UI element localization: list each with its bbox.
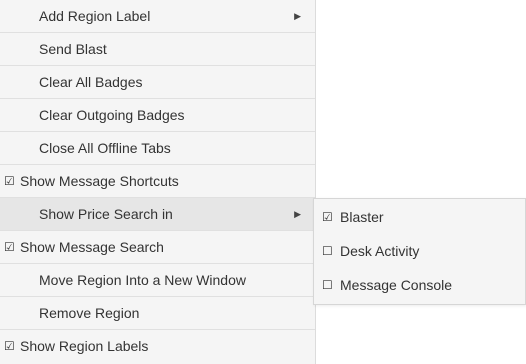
menu-item-label: Clear All Badges [39,74,143,90]
menu-item-label: Show Price Search in [39,206,173,222]
checked-checkbox-icon: ☑ [4,240,15,254]
menu-item-clear-all-badges[interactable]: Clear All Badges [0,66,315,99]
menu-item-label: Show Message Search [20,239,164,255]
menu-item-label: Show Region Labels [20,338,149,354]
menu-item-add-region-label[interactable]: Add Region Label ▶ [0,0,315,33]
checked-checkbox-icon: ☑ [4,339,15,353]
menu-item-label: Clear Outgoing Badges [39,107,185,123]
menu-item-show-region-labels[interactable]: ☑ Show Region Labels [0,330,315,363]
checked-checkbox-icon: ☑ [322,210,333,224]
checked-checkbox-icon: ☑ [4,174,15,188]
unchecked-checkbox-icon: ☐ [322,278,333,292]
menu-item-label: Add Region Label [39,8,151,24]
submenu-item-label: Desk Activity [340,243,420,259]
menu-item-show-message-search[interactable]: ☑ Show Message Search [0,231,315,264]
context-menu-stage: Add Region Label ▶ Send Blast Clear All … [0,0,526,364]
price-search-submenu: ☑ Blaster ☐ Desk Activity ☐ Message Cons… [313,198,526,305]
submenu-item-label: Blaster [340,209,384,225]
menu-item-move-region-new-window[interactable]: Move Region Into a New Window [0,264,315,297]
submenu-arrow-icon: ▶ [294,209,301,219]
menu-item-label: Show Message Shortcuts [20,173,179,189]
menu-item-show-message-shortcuts[interactable]: ☑ Show Message Shortcuts [0,165,315,198]
menu-item-clear-outgoing-badges[interactable]: Clear Outgoing Badges [0,99,315,132]
submenu-item-blaster[interactable]: ☑ Blaster [314,200,525,234]
menu-item-remove-region[interactable]: Remove Region [0,297,315,330]
menu-item-label: Remove Region [39,305,140,321]
menu-item-label: Close All Offline Tabs [39,140,171,156]
menu-item-label: Send Blast [39,41,107,57]
submenu-item-label: Message Console [340,277,453,293]
region-context-menu: Add Region Label ▶ Send Blast Clear All … [0,0,316,364]
submenu-item-message-console[interactable]: ☐ Message Console [314,268,525,302]
menu-item-label: Move Region Into a New Window [39,272,246,288]
menu-item-close-all-offline-tabs[interactable]: Close All Offline Tabs [0,132,315,165]
submenu-arrow-icon: ▶ [294,11,301,21]
submenu-item-desk-activity[interactable]: ☐ Desk Activity [314,234,525,268]
menu-item-show-price-search-in[interactable]: Show Price Search in ▶ [0,198,315,231]
unchecked-checkbox-icon: ☐ [322,244,333,258]
menu-item-send-blast[interactable]: Send Blast [0,33,315,66]
